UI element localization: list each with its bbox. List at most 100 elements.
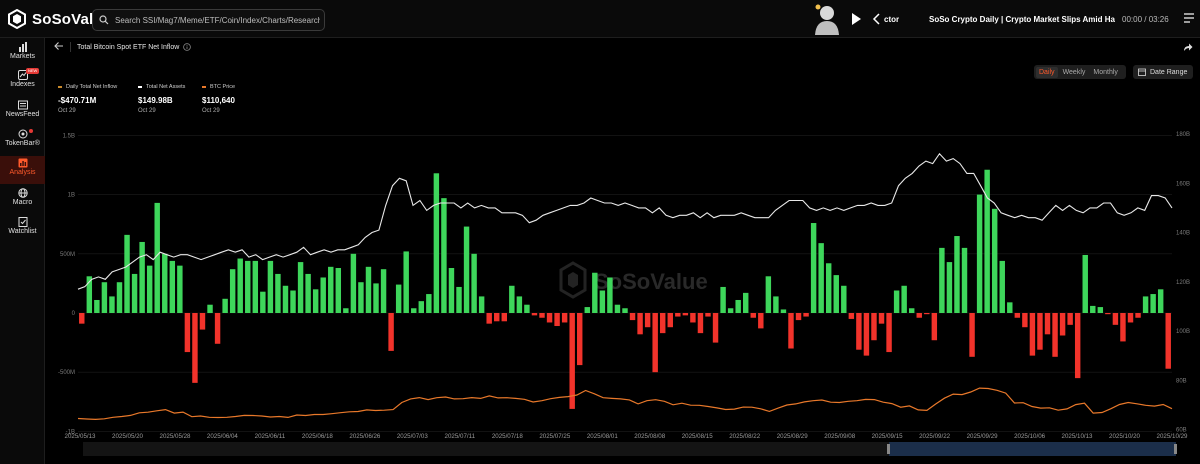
inflow-bar bbox=[1165, 313, 1171, 369]
x-axis-tick: 2025/08/15 bbox=[682, 433, 714, 440]
slider-handle-left bbox=[887, 444, 890, 454]
inflow-bar bbox=[750, 313, 756, 318]
inflow-bar bbox=[991, 208, 998, 313]
inflow-bar bbox=[886, 313, 892, 353]
inflow-bar bbox=[629, 313, 636, 321]
inflow-bar bbox=[109, 296, 115, 313]
inflow-bar bbox=[1014, 313, 1021, 318]
inflow-bar bbox=[931, 313, 938, 341]
inflow-bar bbox=[1037, 313, 1043, 350]
inflow-bar bbox=[690, 313, 696, 323]
inflow-bar bbox=[320, 277, 326, 313]
right-axis-labels: 180B160B140B120B100B80B60B bbox=[1176, 132, 1190, 434]
inflow-bar bbox=[735, 299, 741, 313]
x-axis-tick: 2025/06/04 bbox=[207, 433, 239, 440]
left-axis-tick: 1B bbox=[68, 193, 75, 199]
inflow-bar bbox=[984, 169, 990, 313]
inflow-bar bbox=[592, 272, 598, 313]
left-axis-tick: 1.5B bbox=[63, 133, 75, 139]
right-axis-tick: 80B bbox=[1176, 378, 1187, 384]
inflow-bar bbox=[1029, 313, 1036, 356]
x-axis-tick: 2025/06/11 bbox=[255, 433, 286, 440]
inflow-bar bbox=[245, 260, 251, 313]
x-axis-labels: 2025/05/13 2025/05/20 2025/05/28 2025/06/04… bbox=[65, 433, 1189, 440]
x-axis-tick: 2025/10/06 bbox=[1014, 433, 1046, 440]
inflow-bar bbox=[531, 313, 538, 316]
inflow-bar bbox=[335, 268, 342, 313]
x-axis-tick: 2025/09/29 bbox=[967, 433, 999, 440]
inflow-bar bbox=[441, 198, 447, 313]
inflow-bar bbox=[773, 296, 779, 313]
inflow-bar bbox=[758, 313, 764, 329]
inflow-bar bbox=[833, 275, 839, 313]
inflow-bar bbox=[577, 313, 583, 366]
inflow-bar bbox=[1052, 313, 1058, 357]
x-axis-tick: 2025/09/08 bbox=[824, 433, 856, 440]
x-axis-tick: 2025/07/11 bbox=[445, 433, 476, 440]
inflow-bar bbox=[297, 262, 304, 313]
inflow-bar bbox=[599, 290, 606, 313]
inflow-bar bbox=[1059, 313, 1066, 336]
inflow-bar bbox=[954, 236, 960, 313]
inflow-bar bbox=[803, 313, 809, 317]
inflow-bar bbox=[192, 313, 198, 383]
inflow-bar bbox=[1120, 313, 1126, 342]
inflow-bar bbox=[1044, 313, 1051, 335]
x-axis-tick: 2025/08/29 bbox=[777, 433, 809, 440]
inflow-bar bbox=[471, 253, 477, 313]
inflow-bar bbox=[1127, 313, 1134, 323]
right-axis-tick: 160B bbox=[1176, 181, 1190, 187]
inflow-bar bbox=[795, 313, 802, 321]
inflow-bar bbox=[177, 265, 183, 313]
inflow-bar bbox=[908, 308, 915, 313]
inflow-bar bbox=[705, 313, 711, 317]
range-slider bbox=[83, 442, 1177, 456]
inflow-bar bbox=[637, 313, 643, 335]
inflow-bar bbox=[516, 296, 523, 313]
inflow-bar bbox=[229, 269, 236, 313]
inflow-bar bbox=[561, 313, 568, 323]
inflow-bar bbox=[146, 265, 153, 313]
inflow-bar bbox=[893, 290, 900, 313]
inflow-bar bbox=[373, 283, 379, 313]
inflow-bar bbox=[1022, 313, 1028, 328]
inflow-bar bbox=[660, 313, 666, 334]
inflow-bar bbox=[1157, 289, 1164, 313]
inflow-bar bbox=[101, 282, 108, 313]
x-axis-tick: 2025/10/29 bbox=[1157, 433, 1189, 440]
inflow-bar bbox=[652, 313, 658, 373]
inflow-bar bbox=[682, 313, 689, 316]
inflow-bar bbox=[524, 304, 530, 313]
inflow-bar bbox=[916, 313, 922, 318]
inflow-bar bbox=[418, 301, 424, 313]
right-axis-tick: 180B bbox=[1176, 132, 1190, 138]
inflow-bar bbox=[644, 313, 651, 328]
inflow-bar bbox=[924, 313, 930, 315]
x-axis-tick: 2025/06/18 bbox=[302, 433, 334, 440]
inflow-bar bbox=[569, 313, 575, 409]
inflow-bar bbox=[607, 277, 613, 313]
inflow-bar bbox=[1090, 305, 1096, 313]
x-axis-tick: 2025/10/20 bbox=[1109, 433, 1141, 440]
inflow-bar bbox=[365, 266, 372, 313]
inflow-bar bbox=[509, 285, 515, 313]
right-axis-tick: 100B bbox=[1176, 329, 1190, 335]
inflow-bar bbox=[222, 298, 228, 313]
inflow-bar bbox=[946, 262, 953, 313]
inflow-bar bbox=[79, 313, 85, 324]
x-axis-tick: 2025/07/18 bbox=[492, 433, 524, 440]
inflow-bar bbox=[546, 313, 553, 323]
inflow-bar bbox=[667, 313, 673, 328]
inflow-bar bbox=[494, 313, 500, 322]
inflow-bar bbox=[675, 313, 681, 317]
inflow-bar bbox=[841, 285, 847, 313]
inflow-bar bbox=[825, 263, 832, 313]
inflow-bar bbox=[901, 285, 907, 313]
inflow-bar bbox=[343, 308, 349, 313]
left-axis-labels: 1.5B1B500M0-500M-1B bbox=[58, 133, 76, 435]
x-axis-tick: 2025/08/22 bbox=[729, 433, 761, 440]
x-axis-tick: 2025/05/20 bbox=[112, 433, 144, 440]
inflow-bar bbox=[456, 286, 462, 313]
inflow-bar bbox=[1142, 296, 1149, 313]
inflow-bar bbox=[199, 313, 206, 330]
